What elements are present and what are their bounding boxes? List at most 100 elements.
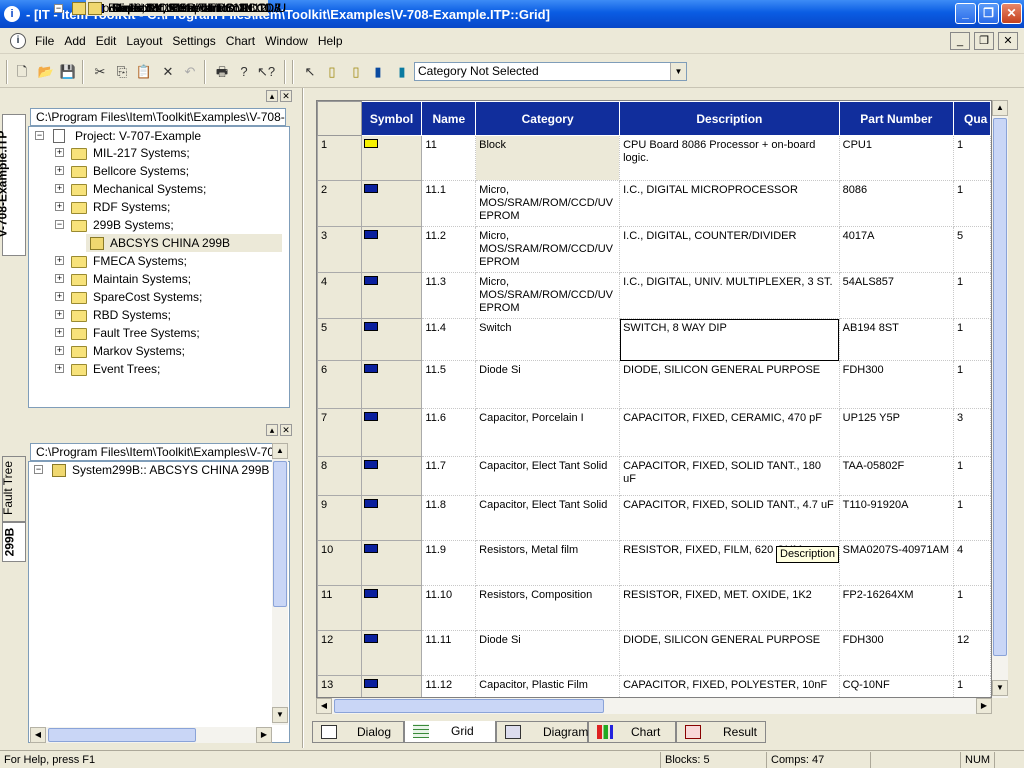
scroll-up-icon[interactable]: ▲	[992, 100, 1008, 116]
expand-toggle-icon[interactable]: +	[55, 148, 64, 157]
tree-node-system-group[interactable]: + RBD Systems;	[55, 306, 171, 324]
delete-icon[interactable]: ✕	[158, 62, 178, 82]
panel-restore-icon[interactable]: ▴	[266, 90, 278, 102]
add-block-icon[interactable]: ▯	[322, 62, 342, 82]
quantity-cell[interactable]: 5	[953, 226, 991, 273]
scroll-down-icon[interactable]: ▼	[272, 707, 288, 723]
description-cell[interactable]: CAPACITOR, FIXED, CERAMIC, 470 pF	[619, 408, 840, 457]
name-cell[interactable]: 11.3	[421, 272, 477, 319]
quantity-cell[interactable]: 3	[953, 408, 991, 457]
name-cell[interactable]: 11.9	[421, 540, 477, 586]
expand-toggle-icon[interactable]: +	[55, 310, 64, 319]
quantity-cell[interactable]: 1	[953, 135, 991, 181]
column-header-part-number[interactable]: Part Number	[838, 101, 954, 136]
menu-add[interactable]: Add	[59, 32, 90, 50]
tab-project-file[interactable]: V-708-Example.ITP	[0, 114, 26, 256]
category-cell[interactable]: Micro, MOS/SRAM/ROM/CCD/UV EPROM	[475, 272, 621, 319]
row-number[interactable]: 3	[317, 226, 362, 273]
scroll-right-icon[interactable]: ▶	[256, 727, 272, 743]
description-cell[interactable]: CAPACITOR, FIXED, SOLID TANT., 4.7 uF	[619, 495, 840, 541]
part-number-cell[interactable]: 4017A	[839, 226, 954, 273]
menu-help[interactable]: Help	[313, 32, 348, 50]
category-cell[interactable]: Micro, MOS/SRAM/ROM/CCD/UV EPROM	[475, 226, 621, 273]
tree-node-block[interactable]: Block::121	[70, 0, 164, 16]
category-cell[interactable]: Capacitor, Elect Tant Solid	[475, 456, 621, 496]
scroll-thumb[interactable]	[334, 699, 604, 713]
tree-node-project[interactable]: − Project: V-707-Example	[35, 127, 201, 145]
symbol-cell[interactable]	[360, 540, 423, 586]
menu-chart[interactable]: Chart	[221, 32, 260, 50]
symbol-cell[interactable]	[360, 272, 423, 319]
close-button[interactable]: ✕	[1001, 3, 1022, 24]
name-cell[interactable]: 11.1	[421, 180, 477, 227]
table-row[interactable]: 7 11.6 Capacitor, Porcelain I CAPACITOR, FI…	[317, 408, 991, 457]
category-cell[interactable]: Resistors, Metal film	[475, 540, 621, 586]
symbol-cell[interactable]	[360, 135, 423, 181]
symbol-cell[interactable]	[360, 226, 423, 273]
table-row[interactable]: 4 11.3 Micro, MOS/SRAM/ROM/CCD/UV EPROM I.C…	[317, 272, 991, 319]
part-number-cell[interactable]: TAA-05802F	[839, 456, 954, 496]
row-number[interactable]: 5	[317, 318, 362, 361]
add-sub-block-icon[interactable]: ▯	[346, 62, 366, 82]
tree-node-system-group[interactable]: + Fault Tree Systems;	[55, 324, 200, 342]
column-header-symbol[interactable]: Symbol	[360, 101, 423, 136]
category-cell[interactable]: Capacitor, Plastic Film	[475, 675, 621, 697]
part-number-cell[interactable]: AB194 8ST	[839, 318, 954, 361]
expand-toggle-icon[interactable]: +	[55, 184, 64, 193]
tree-node-system-group[interactable]: + Maintain Systems;	[55, 270, 191, 288]
row-number[interactable]: 1	[317, 135, 362, 181]
undo-icon[interactable]: ↶	[180, 62, 200, 82]
tree-node-system-group[interactable]: + SpareCost Systems;	[55, 288, 202, 306]
description-cell[interactable]: I.C., DIGITAL, COUNTER/DIVIDER	[619, 226, 840, 273]
row-number[interactable]: 2	[317, 180, 362, 227]
part-number-cell[interactable]: CQ-10NF	[839, 675, 954, 697]
mdi-close-button[interactable]: ✕	[998, 32, 1018, 50]
scroll-thumb[interactable]	[273, 461, 287, 607]
row-number[interactable]: 7	[317, 408, 362, 457]
quantity-cell[interactable]: 1	[953, 272, 991, 319]
quantity-cell[interactable]: 1	[953, 318, 991, 361]
description-cell[interactable]: RESISTOR, FIXED, MET. OXIDE, 1K2	[619, 585, 840, 631]
copy-icon[interactable]: ⎘	[112, 62, 132, 82]
column-header-quantity[interactable]: Qua	[952, 101, 991, 136]
category-cell[interactable]: Diode Si	[475, 360, 621, 409]
print-icon[interactable]: 🖶	[212, 62, 232, 82]
name-cell[interactable]: 11.12	[421, 675, 477, 697]
table-row[interactable]: 1 11 Block CPU Board 8086 Processor + on-bo…	[317, 135, 991, 181]
menu-edit[interactable]: Edit	[91, 32, 122, 50]
scroll-thumb[interactable]	[993, 118, 1007, 656]
restore-button[interactable]: ❐	[978, 3, 999, 24]
menu-settings[interactable]: Settings	[167, 32, 220, 50]
tab-grid[interactable]: Grid	[404, 721, 496, 743]
name-cell[interactable]: 11.6	[421, 408, 477, 457]
new-file-icon[interactable]: 🗋	[12, 62, 32, 82]
context-help-icon[interactable]: ↖?	[256, 62, 276, 82]
table-row[interactable]: 6 11.5 Diode Si DIODE, SILICON GENERAL PURP…	[317, 360, 991, 409]
mdi-restore-button[interactable]: ❐	[974, 32, 994, 50]
description-cell[interactable]: I.C., DIGITAL MICROPROCESSOR	[619, 180, 840, 227]
symbol-cell[interactable]	[360, 360, 423, 409]
part-number-cell[interactable]: T110-91920A	[839, 495, 954, 541]
column-header-name[interactable]: Name	[421, 101, 477, 136]
quantity-cell[interactable]: 1	[953, 585, 991, 631]
name-cell[interactable]: 11.2	[421, 226, 477, 273]
part-number-cell[interactable]: 54ALS857	[839, 272, 954, 319]
expand-toggle-icon[interactable]: +	[55, 346, 64, 355]
part-number-cell[interactable]: 8086	[839, 180, 954, 227]
tree-node-system-group[interactable]: + FMECA Systems;	[55, 252, 187, 270]
expand-toggle-icon[interactable]: −	[34, 465, 43, 474]
menu-window[interactable]: Window	[260, 32, 313, 50]
panel-close-icon[interactable]: ✕	[280, 90, 292, 102]
description-cell[interactable]: DIODE, SILICON GENERAL PURPOSE	[619, 360, 840, 409]
system-tree-vscroll[interactable]: ▲ ▼	[272, 443, 288, 725]
row-number[interactable]: 12	[317, 630, 362, 676]
table-row[interactable]: 13 11.12 Capacitor, Plastic Film CAPACITOR,…	[317, 675, 991, 697]
name-cell[interactable]: 11.8	[421, 495, 477, 541]
part-number-cell[interactable]: FP2-16264XM	[839, 585, 954, 631]
table-row[interactable]: 12 11.11 Diode Si DIODE, SILICON GENERAL PU…	[317, 630, 991, 676]
row-number[interactable]: 10	[317, 540, 362, 586]
row-number[interactable]: 8	[317, 456, 362, 496]
scroll-right-icon[interactable]: ▶	[976, 698, 992, 714]
part-number-cell[interactable]: FDH300	[839, 630, 954, 676]
row-number[interactable]: 6	[317, 360, 362, 409]
